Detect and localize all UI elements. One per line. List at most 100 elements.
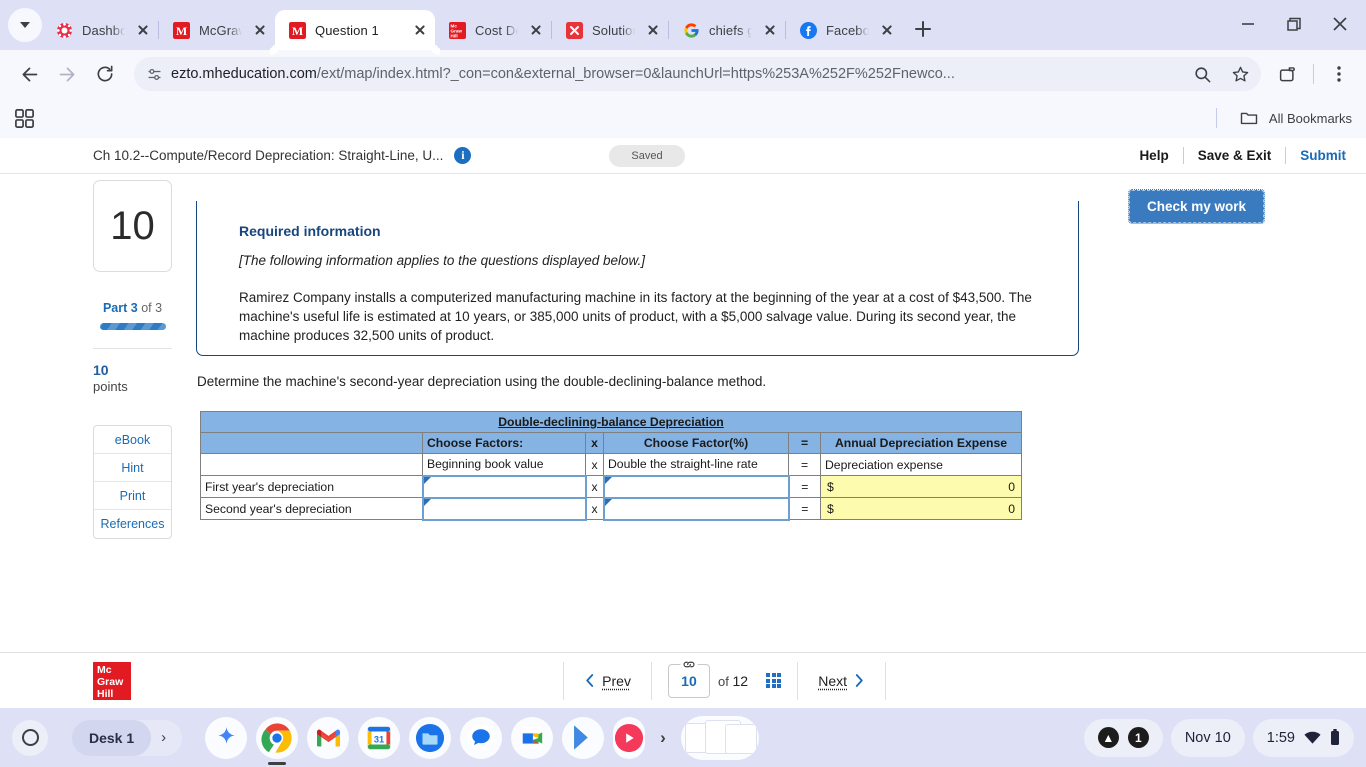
gmail-icon[interactable] [307, 716, 350, 759]
print-button[interactable]: Print [94, 482, 171, 510]
part-indicator: Part 3 of 3 [93, 301, 172, 315]
browser-tab-chiefs-game[interactable]: chiefs gam [669, 10, 785, 50]
calendar-icon[interactable]: 31 [358, 716, 401, 759]
table-header-row: Choose Factors: x Choose Factor(%) = Ann… [200, 432, 1022, 454]
first-year-percent-select[interactable] [602, 474, 790, 499]
address-bar[interactable]: ezto.mheducation.com/ext/map/index.html?… [134, 57, 1261, 91]
status-area[interactable]: 1:59 [1252, 718, 1354, 757]
submit-button[interactable]: Submit [1286, 148, 1346, 163]
header-equals: = [788, 432, 821, 454]
date-label: Nov 10 [1184, 729, 1231, 746]
wifi-icon [1304, 731, 1321, 745]
browser-tab-solution[interactable]: Solution - [552, 10, 668, 50]
second-year-factors-select[interactable] [421, 496, 587, 521]
close-icon[interactable] [878, 21, 896, 39]
svg-text:Hill: Hill [451, 33, 458, 38]
meet-icon[interactable] [511, 716, 554, 759]
svg-text:M: M [176, 24, 187, 38]
bookmarks-bar: All Bookmarks [0, 98, 1366, 138]
play-store-icon[interactable] [562, 716, 605, 759]
system-tray: ▲ 1 Nov 10 1:59 [1083, 718, 1354, 757]
prev-button[interactable]: Prev [564, 673, 651, 689]
tab-title: Facebook [826, 22, 869, 38]
folder-icon [1239, 108, 1259, 128]
browser-tab-question-active[interactable]: M Question 1 [275, 10, 435, 50]
chevron-right-icon[interactable]: › [654, 728, 672, 748]
bookmark-star-icon[interactable] [1225, 59, 1255, 89]
window-preview[interactable] [680, 715, 759, 760]
close-icon[interactable] [251, 21, 269, 39]
references-button[interactable]: References [94, 510, 171, 538]
chevron-right-icon[interactable]: › [151, 729, 176, 746]
amount-value: 0 [1008, 479, 1015, 494]
amount-value: 0 [1008, 501, 1015, 516]
page-content: Ch 10.2--Compute/Record Depreciation: St… [0, 138, 1366, 708]
date-tray[interactable]: Nov 10 [1170, 718, 1245, 757]
chrome-icon[interactable] [256, 716, 299, 759]
tab-title: Question 1 [315, 22, 379, 38]
close-icon[interactable] [527, 21, 545, 39]
extensions-icon[interactable] [1273, 59, 1303, 89]
files-icon[interactable] [409, 716, 452, 759]
chat-icon[interactable] [460, 716, 503, 759]
tab-title: Dashboard [82, 22, 125, 38]
save-and-exit-button[interactable]: Save & Exit [1184, 148, 1286, 163]
mcgraw-hill-logo: Mc Graw Hill [93, 661, 131, 701]
ebook-button[interactable]: eBook [94, 426, 171, 454]
hint-button[interactable]: Hint [94, 454, 171, 482]
mcgraw-hill-icon: Mc Graw Hill [449, 21, 466, 39]
header-actions: Help Save & Exit Submit [1125, 147, 1346, 164]
forward-button[interactable] [50, 57, 84, 91]
minimize-icon[interactable] [1228, 8, 1268, 40]
chrome-menu-icon[interactable] [1324, 59, 1354, 89]
logo-line: Graw [97, 675, 124, 688]
youtube-music-icon[interactable] [613, 716, 646, 759]
row-equals: = [788, 497, 821, 520]
new-tab-button[interactable] [908, 14, 938, 44]
first-year-factors-select[interactable] [421, 474, 587, 499]
svg-text:M: M [292, 24, 303, 38]
help-button[interactable]: Help [1125, 148, 1182, 163]
canvas-icon [56, 22, 73, 39]
check-my-work-button[interactable]: Check my work [1127, 189, 1266, 224]
close-icon[interactable] [411, 21, 429, 39]
back-button[interactable] [12, 57, 46, 91]
grid-view-icon[interactable] [766, 672, 782, 689]
browser-window: Dashboard M McGraw H M Question 1 McGraw… [0, 0, 1366, 708]
header-choose-factors: Choose Factors: [422, 432, 586, 454]
mcgraw-m-icon: M [173, 21, 190, 39]
logo-line: Hill [97, 688, 114, 701]
page-title: Ch 10.2--Compute/Record Depreciation: St… [93, 148, 444, 163]
notification-count: 1 [1127, 727, 1149, 748]
browser-tab-cost[interactable]: McGrawHill Cost Dete [435, 10, 551, 50]
search-icon[interactable] [1187, 59, 1217, 89]
all-bookmarks-button[interactable]: All Bookmarks [1215, 108, 1352, 128]
tab-search-button[interactable] [8, 8, 42, 42]
notification-tray[interactable]: ▲ 1 [1083, 718, 1163, 757]
page-number-input[interactable]: 10 [667, 655, 710, 698]
second-year-percent-select[interactable] [602, 496, 790, 521]
desk-switcher[interactable]: Desk 1 › [72, 719, 183, 756]
close-window-icon[interactable] [1320, 8, 1360, 40]
page-of-label: of 12 [717, 672, 749, 689]
reload-button[interactable] [88, 57, 122, 91]
site-settings-icon[interactable] [146, 66, 163, 83]
question-body: Check my work 10 Part 3 of 3 10 points e… [0, 174, 1366, 708]
question-footer: Mc Graw Hill Prev 10 of 12 Next [0, 652, 1366, 708]
apps-grid-icon[interactable] [14, 108, 35, 129]
browser-tab-mcgraw[interactable]: M McGraw H [159, 10, 275, 50]
question-number: 10 [93, 180, 172, 272]
close-icon[interactable] [761, 21, 779, 39]
close-icon[interactable] [644, 21, 662, 39]
link-icon [680, 655, 698, 672]
browser-tab-dashboard[interactable]: Dashboard [42, 10, 158, 50]
launcher-circle-icon[interactable] [12, 719, 48, 756]
next-button[interactable]: Next [798, 673, 885, 689]
info-icon[interactable]: i [454, 147, 472, 164]
browser-tab-facebook[interactable]: Facebook [786, 10, 902, 50]
header-times: x [585, 432, 604, 454]
legend-label [200, 453, 423, 476]
maximize-icon[interactable] [1274, 8, 1314, 40]
close-icon[interactable] [134, 21, 152, 39]
gemini-icon[interactable] [205, 716, 248, 759]
